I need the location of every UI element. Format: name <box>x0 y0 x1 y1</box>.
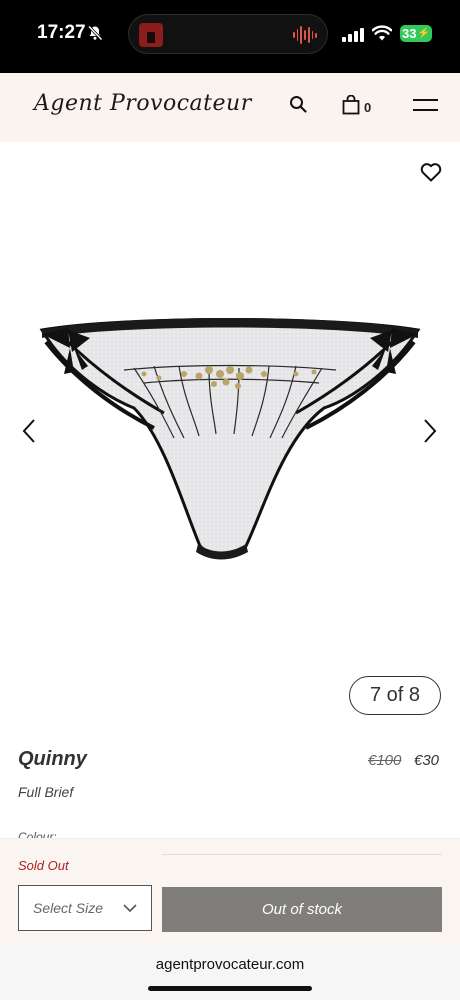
divider <box>162 854 442 855</box>
now-playing-artwork <box>139 23 163 47</box>
bell-slash-icon <box>87 25 103 41</box>
product-image-brief <box>39 318 421 560</box>
brand-logo[interactable]: Agent Provocateur <box>34 91 252 116</box>
product-name: Quinny <box>18 748 87 770</box>
cellular-signal-icon <box>342 27 364 42</box>
sale-price: €30 <box>414 752 440 769</box>
battery-charging-icon: 33 ⚡ <box>400 25 432 42</box>
status-time: 17:27 <box>37 22 86 43</box>
product-type: Full Brief <box>18 784 74 800</box>
chevron-left-icon[interactable] <box>22 418 36 444</box>
original-price: €100 <box>368 752 402 769</box>
shopping-bag-icon[interactable] <box>342 95 360 115</box>
cart-count[interactable]: 0 <box>364 100 371 115</box>
url-text[interactable]: agentprovocateur.com <box>0 956 460 973</box>
out-of-stock-button[interactable]: Out of stock <box>162 887 442 932</box>
hamburger-menu-icon[interactable] <box>413 98 438 112</box>
site-header: Agent Provocateur 0 <box>0 73 460 142</box>
image-counter: 7 of 8 <box>349 676 441 715</box>
stock-status: Sold Out <box>18 858 69 873</box>
home-indicator[interactable] <box>148 986 312 991</box>
audio-waveform-icon <box>293 25 318 45</box>
heart-icon[interactable] <box>420 162 442 182</box>
size-select-label: Select Size <box>33 900 104 916</box>
size-select[interactable]: Select Size <box>18 885 152 931</box>
wifi-icon <box>372 25 392 41</box>
dynamic-island[interactable] <box>128 14 328 54</box>
product-gallery[interactable]: 7 of 8 <box>0 142 460 730</box>
search-icon[interactable] <box>289 95 307 113</box>
battery-level: 33 <box>402 26 417 41</box>
chevron-down-icon <box>123 904 137 913</box>
chevron-right-icon[interactable] <box>423 418 437 444</box>
status-bar: 17:27 33 ⚡ <box>0 0 460 73</box>
browser-url-bar[interactable]: agentprovocateur.com <box>0 946 460 1000</box>
purchase-bar: Sold Out Select Size Out of stock <box>0 838 460 946</box>
